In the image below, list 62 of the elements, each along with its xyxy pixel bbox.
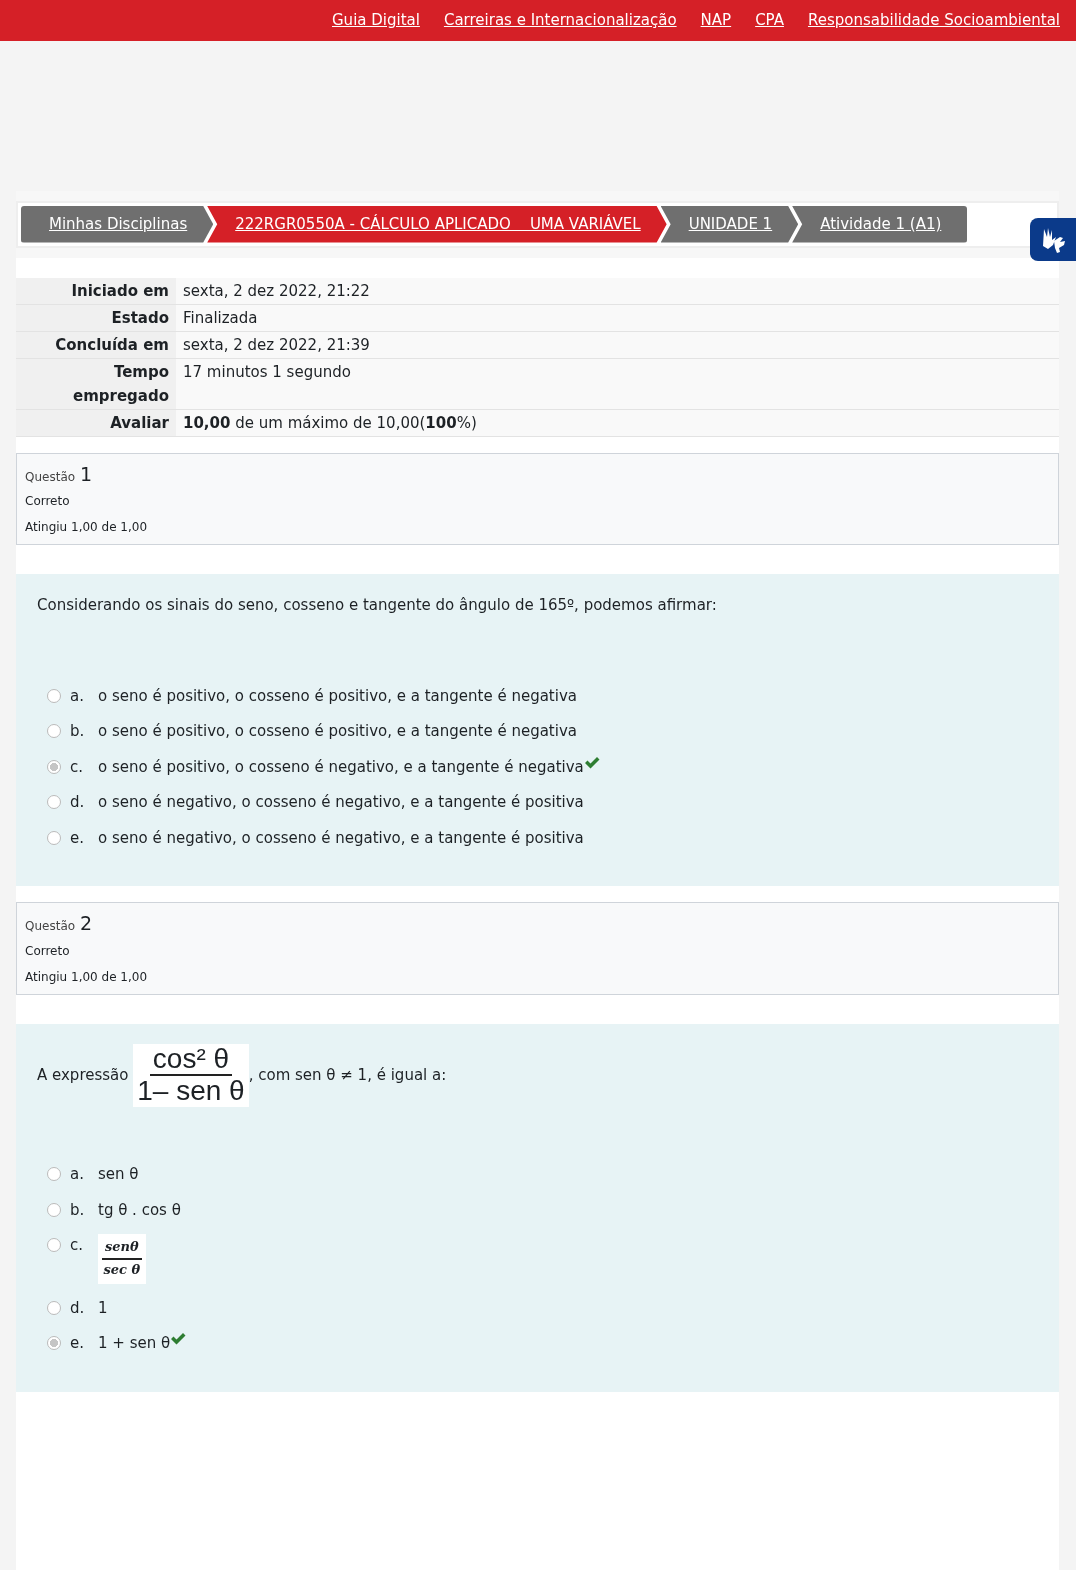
- option-text: o seno é positivo, o cosseno é negativo, e a tangente é negativa: [98, 756, 584, 778]
- summary-value: 17 minutos 1 segundo: [176, 358, 1059, 409]
- option-text: o seno é negativo, o cosseno é negativo, e a tangente é positiva: [98, 827, 584, 849]
- option-letter: b.: [70, 1199, 86, 1221]
- summary-label: Tempo empregado: [16, 358, 176, 409]
- option-letter: a.: [70, 1164, 85, 1186]
- question-number: 2: [79, 912, 92, 934]
- radio-button[interactable]: [47, 1238, 61, 1253]
- radio-button[interactable]: [47, 1202, 61, 1217]
- question-label: Questão: [25, 919, 76, 933]
- radio-button[interactable]: [47, 724, 61, 738]
- option-text: o seno é positivo, o cosseno é positivo, e a tangente é negativa: [98, 685, 577, 707]
- option-letter: b.: [70, 721, 86, 742]
- option-text: 1: [98, 1297, 108, 1319]
- nav-link[interactable]: Carreiras e Internacionalização: [443, 9, 677, 32]
- nav-link[interactable]: NAP: [700, 9, 732, 32]
- question-grade: Atingiu 1,00 de 1,00: [25, 519, 149, 536]
- option-letter: e.: [70, 1333, 85, 1355]
- option-text: o seno é positivo, o cosseno é positivo, e a tangente é negativa: [98, 721, 577, 742]
- question-number: 1: [79, 462, 92, 485]
- radio-button[interactable]: [47, 795, 61, 809]
- radio-button[interactable]: [47, 1300, 61, 1315]
- radio-button[interactable]: [47, 830, 61, 845]
- option-letter: d.: [70, 1297, 86, 1319]
- option-letter: d.: [70, 792, 86, 813]
- radio-button[interactable]: [47, 1336, 61, 1351]
- breadcrumb-link[interactable]: Atividade 1 (A1): [792, 206, 968, 243]
- formula-image: cos² θ 1– sen θ: [133, 1043, 249, 1108]
- accessibility-button[interactable]: [1030, 218, 1076, 261]
- question-text: Considerando os sinais do seno, cosseno e tangente do ângulo de 165º, podemos afirmar:: [37, 596, 717, 614]
- option-letter: a.: [70, 685, 85, 707]
- summary-label: Concluída em: [16, 331, 176, 358]
- summary-label: Estado: [16, 304, 176, 331]
- summary-value: sexta, 2 dez 2022, 21:22: [176, 277, 1059, 304]
- nav-link[interactable]: Responsabilidade Socioambiental: [807, 9, 1060, 32]
- question-state: Correto: [25, 942, 71, 960]
- radio-button[interactable]: [47, 688, 61, 703]
- summary-label: Iniciado em: [16, 277, 176, 304]
- summary-value: Finalizada: [176, 304, 1059, 331]
- radio-button[interactable]: [47, 1167, 61, 1182]
- option-text: o seno é negativo, o cosseno é negativo, e a tangente é positiva: [98, 792, 584, 813]
- summary-value: sexta, 2 dez 2022, 21:39: [176, 331, 1059, 358]
- summary-value: 10,00 de um máximo de 10,00(100%): [176, 409, 1059, 436]
- question-state: Correto: [25, 493, 71, 510]
- option-letter: c.: [70, 756, 84, 778]
- nav-link[interactable]: Guia Digital: [332, 9, 420, 32]
- question-grade: Atingiu 1,00 de 1,00: [25, 968, 149, 986]
- question-text: , com sen θ ≠ 1, é igual a:: [248, 1065, 447, 1084]
- breadcrumb-link[interactable]: UNIDADE 1: [660, 206, 799, 243]
- radio-button[interactable]: [47, 759, 61, 774]
- question-label: Questão: [25, 469, 76, 484]
- option-letter: c.: [70, 1235, 84, 1257]
- breadcrumb-link[interactable]: Minhas Disciplinas: [21, 206, 214, 243]
- breadcrumb-link[interactable]: 222RGR0550A - CÁLCULO APLICADO UMA VARIÁVEL: [207, 206, 667, 243]
- option-letter: e.: [70, 827, 85, 849]
- nav-link[interactable]: CPA: [755, 9, 784, 32]
- question-text: A expressão: [37, 1065, 129, 1084]
- option-text: sen θ: [98, 1164, 139, 1186]
- option-text: tg θ . cos θ: [98, 1199, 181, 1221]
- summary-label: Avaliar: [16, 409, 176, 436]
- formula-image: senθ sec θ: [98, 1234, 146, 1284]
- option-text: 1 + sen θ: [98, 1333, 171, 1355]
